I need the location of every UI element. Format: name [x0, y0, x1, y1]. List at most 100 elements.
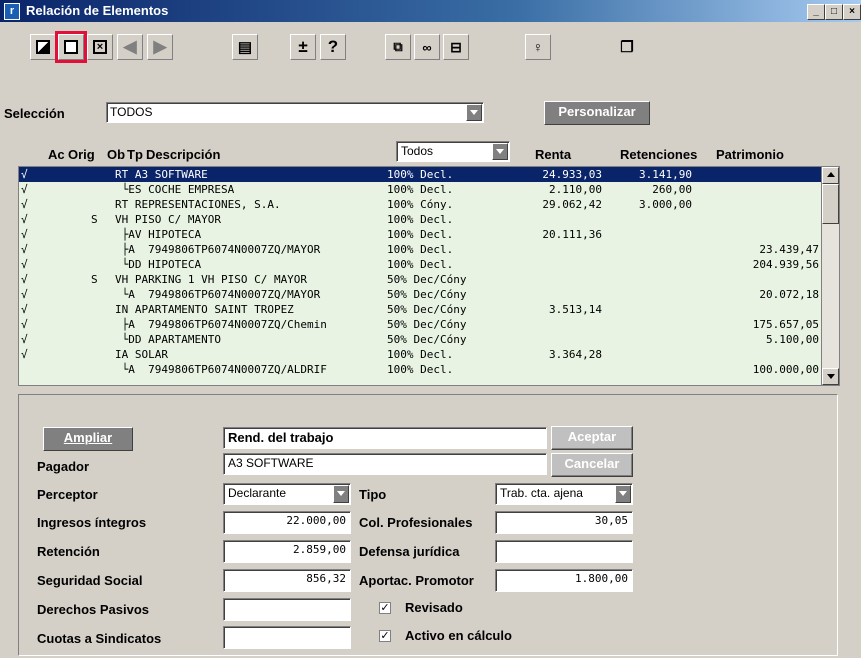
- perceptor-label: Perceptor: [37, 487, 98, 502]
- elements-table[interactable]: √ RT A3 SOFTWARE 100% Decl. 24.933,03 3.141,…: [18, 166, 840, 386]
- cancelar-button[interactable]: Cancelar: [551, 453, 633, 477]
- table-row[interactable]: √ S VH PARKING 1 VH PISO C/ MAYOR 50% Dec/C…: [19, 272, 839, 287]
- selection-dropdown[interactable]: TODOS: [106, 102, 484, 123]
- col-renta: Renta: [535, 147, 572, 162]
- ingresos-field[interactable]: 22.000,00: [223, 511, 351, 534]
- row-check: √: [21, 318, 28, 331]
- previous-button[interactable]: ◀: [117, 34, 143, 60]
- category-field: Rend. del trabajo: [223, 427, 547, 449]
- table-row[interactable]: √ └A 7949806TP6074N0007ZQ/MAYOR 50% Dec/C…: [19, 287, 839, 302]
- help-button[interactable]: ?: [320, 34, 346, 60]
- cuotas-field[interactable]: [223, 626, 351, 649]
- aceptar-button[interactable]: Aceptar: [551, 426, 633, 450]
- perceptor-dropdown[interactable]: Declarante: [223, 483, 351, 505]
- col-patrimonio: Patrimonio: [716, 147, 784, 162]
- row-patrimonio: 204.939,56: [752, 258, 819, 271]
- select-half-button[interactable]: [30, 34, 56, 60]
- chevron-down-icon[interactable]: [466, 104, 482, 121]
- selection-value: TODOS: [110, 105, 153, 119]
- search-button[interactable]: ∞: [414, 34, 440, 60]
- row-description: └DD HIPOTECA: [115, 258, 202, 271]
- row-tipo: 100% Decl.: [387, 243, 454, 256]
- row-patrimonio: 175.657,05: [752, 318, 819, 331]
- table-row[interactable]: √ ├A 7949806TP6074N0007ZQ/Chemin 50% Dec/…: [19, 317, 839, 332]
- row-retenciones: 260,00: [652, 183, 692, 196]
- empty-square-icon: [64, 40, 78, 54]
- row-tipo: 50% Dec/Cóny: [387, 288, 467, 301]
- ss-field[interactable]: 856,32: [223, 569, 351, 592]
- row-tipo: 50% Dec/Cóny: [387, 318, 467, 331]
- close-button[interactable]: ×: [843, 4, 861, 20]
- filter-dropdown[interactable]: Todos: [396, 141, 510, 162]
- tipo-dropdown[interactable]: Trab. cta. ajena: [495, 483, 633, 505]
- copy-button[interactable]: ⧉: [385, 34, 411, 60]
- pagador-field[interactable]: A3 SOFTWARE: [223, 453, 547, 475]
- tip-button[interactable]: ♀: [525, 34, 551, 60]
- aportac-field[interactable]: 1.800,00: [495, 569, 633, 592]
- colprof-label: Col. Profesionales: [359, 515, 473, 530]
- table-row[interactable]: √ ├A 7949806TP6074N0007ZQ/MAYOR 100% Decl…: [19, 242, 839, 257]
- row-check: √: [21, 228, 28, 241]
- table-row[interactable]: √ RT REPRESENTACIONES, S.A. 100% Cóny. 29.0…: [19, 197, 839, 212]
- arrow-right-icon: ▶: [153, 37, 167, 56]
- row-tipo: 100% Cóny.: [387, 198, 454, 211]
- revisado-checkbox[interactable]: ✓: [379, 602, 391, 614]
- form-button[interactable]: ⊟: [443, 34, 469, 60]
- toolbar: × ◀ ▶ ▤ ± ? ⧉ ∞ ⊟ ♀ ❐: [0, 26, 861, 64]
- table-row[interactable]: √ └DD HIPOTECA 100% Decl. 204.939,56: [19, 257, 839, 272]
- plus-minus-button[interactable]: ±: [290, 34, 316, 60]
- aportac-label: Aportac. Promotor: [359, 573, 474, 588]
- colprof-field[interactable]: 30,05: [495, 511, 633, 534]
- table-row[interactable]: √ ├AV HIPOTECA 100% Decl. 20.111,36: [19, 227, 839, 242]
- scroll-thumb[interactable]: [822, 184, 839, 224]
- question-icon: ?: [327, 37, 339, 56]
- row-renta: 29.062,42: [542, 198, 602, 211]
- row-description: └DD APARTAMENTO: [115, 333, 221, 346]
- row-tipo: 100% Decl.: [387, 348, 454, 361]
- defensa-field[interactable]: [495, 540, 633, 563]
- table-row[interactable]: √ IA SOLAR 100% Decl. 3.364,28: [19, 347, 839, 362]
- row-ob: S: [91, 273, 98, 286]
- scroll-down-button[interactable]: [822, 368, 839, 385]
- row-renta: 20.111,36: [542, 228, 602, 241]
- minimize-button[interactable]: _: [807, 4, 825, 20]
- chevron-down-icon[interactable]: [615, 485, 631, 503]
- maximize-button[interactable]: □: [825, 4, 843, 20]
- row-retenciones: 3.000,00: [639, 198, 692, 211]
- print-button[interactable]: ▤: [232, 34, 258, 60]
- form-icon: ⊟: [450, 38, 462, 55]
- binoculars-icon: ∞: [422, 39, 432, 55]
- retencion-field[interactable]: 2.859,00: [223, 540, 351, 563]
- row-tipo: 50% Dec/Cóny: [387, 273, 467, 286]
- col-orig: Orig: [68, 147, 95, 162]
- derechos-field[interactable]: [223, 598, 351, 621]
- retencion-label: Retención: [37, 544, 100, 559]
- next-button[interactable]: ▶: [147, 34, 173, 60]
- row-check: √: [21, 273, 28, 286]
- activo-checkbox[interactable]: ✓: [379, 630, 391, 642]
- windows-button[interactable]: ❐: [614, 34, 640, 60]
- plus-minus-icon: ±: [298, 37, 308, 56]
- table-row[interactable]: └A 7949806TP6074N0007ZQ/ALDRIF 100% Decl.…: [19, 362, 839, 377]
- chevron-down-icon[interactable]: [492, 143, 508, 160]
- scroll-up-button[interactable]: [822, 167, 839, 184]
- toggle-selection-button[interactable]: ×: [87, 34, 113, 60]
- personalizar-button[interactable]: Personalizar: [544, 101, 650, 125]
- table-row[interactable]: √ RT A3 SOFTWARE 100% Decl. 24.933,03 3.141,…: [19, 167, 839, 182]
- col-ob: Ob: [107, 147, 126, 162]
- row-description: └A 7949806TP6074N0007ZQ/ALDRIF: [115, 363, 327, 376]
- select-none-button[interactable]: [55, 31, 87, 63]
- table-row[interactable]: √ S VH PISO C/ MAYOR 100% Decl.: [19, 212, 839, 227]
- revisado-label: Revisado: [405, 600, 463, 615]
- vertical-scrollbar[interactable]: [821, 167, 839, 385]
- table-row[interactable]: √ └DD APARTAMENTO 50% Dec/Cóny 5.100,00: [19, 332, 839, 347]
- arrow-up-icon: [827, 172, 835, 177]
- col-ac: Ac: [48, 147, 65, 162]
- table-row[interactable]: √ └ES COCHE EMPRESA 100% Decl. 2.110,00 260…: [19, 182, 839, 197]
- main-window: r Relación de Elementos _ □ × × ◀ ▶ ▤ ± …: [0, 0, 861, 658]
- ampliar-button[interactable]: Ampliar: [43, 427, 133, 451]
- row-check: √: [21, 183, 28, 196]
- row-description: └ES COCHE EMPRESA: [115, 183, 235, 196]
- table-row[interactable]: √ IN APARTAMENTO SAINT TROPEZ 50% Dec/Cóny…: [19, 302, 839, 317]
- chevron-down-icon[interactable]: [333, 485, 349, 503]
